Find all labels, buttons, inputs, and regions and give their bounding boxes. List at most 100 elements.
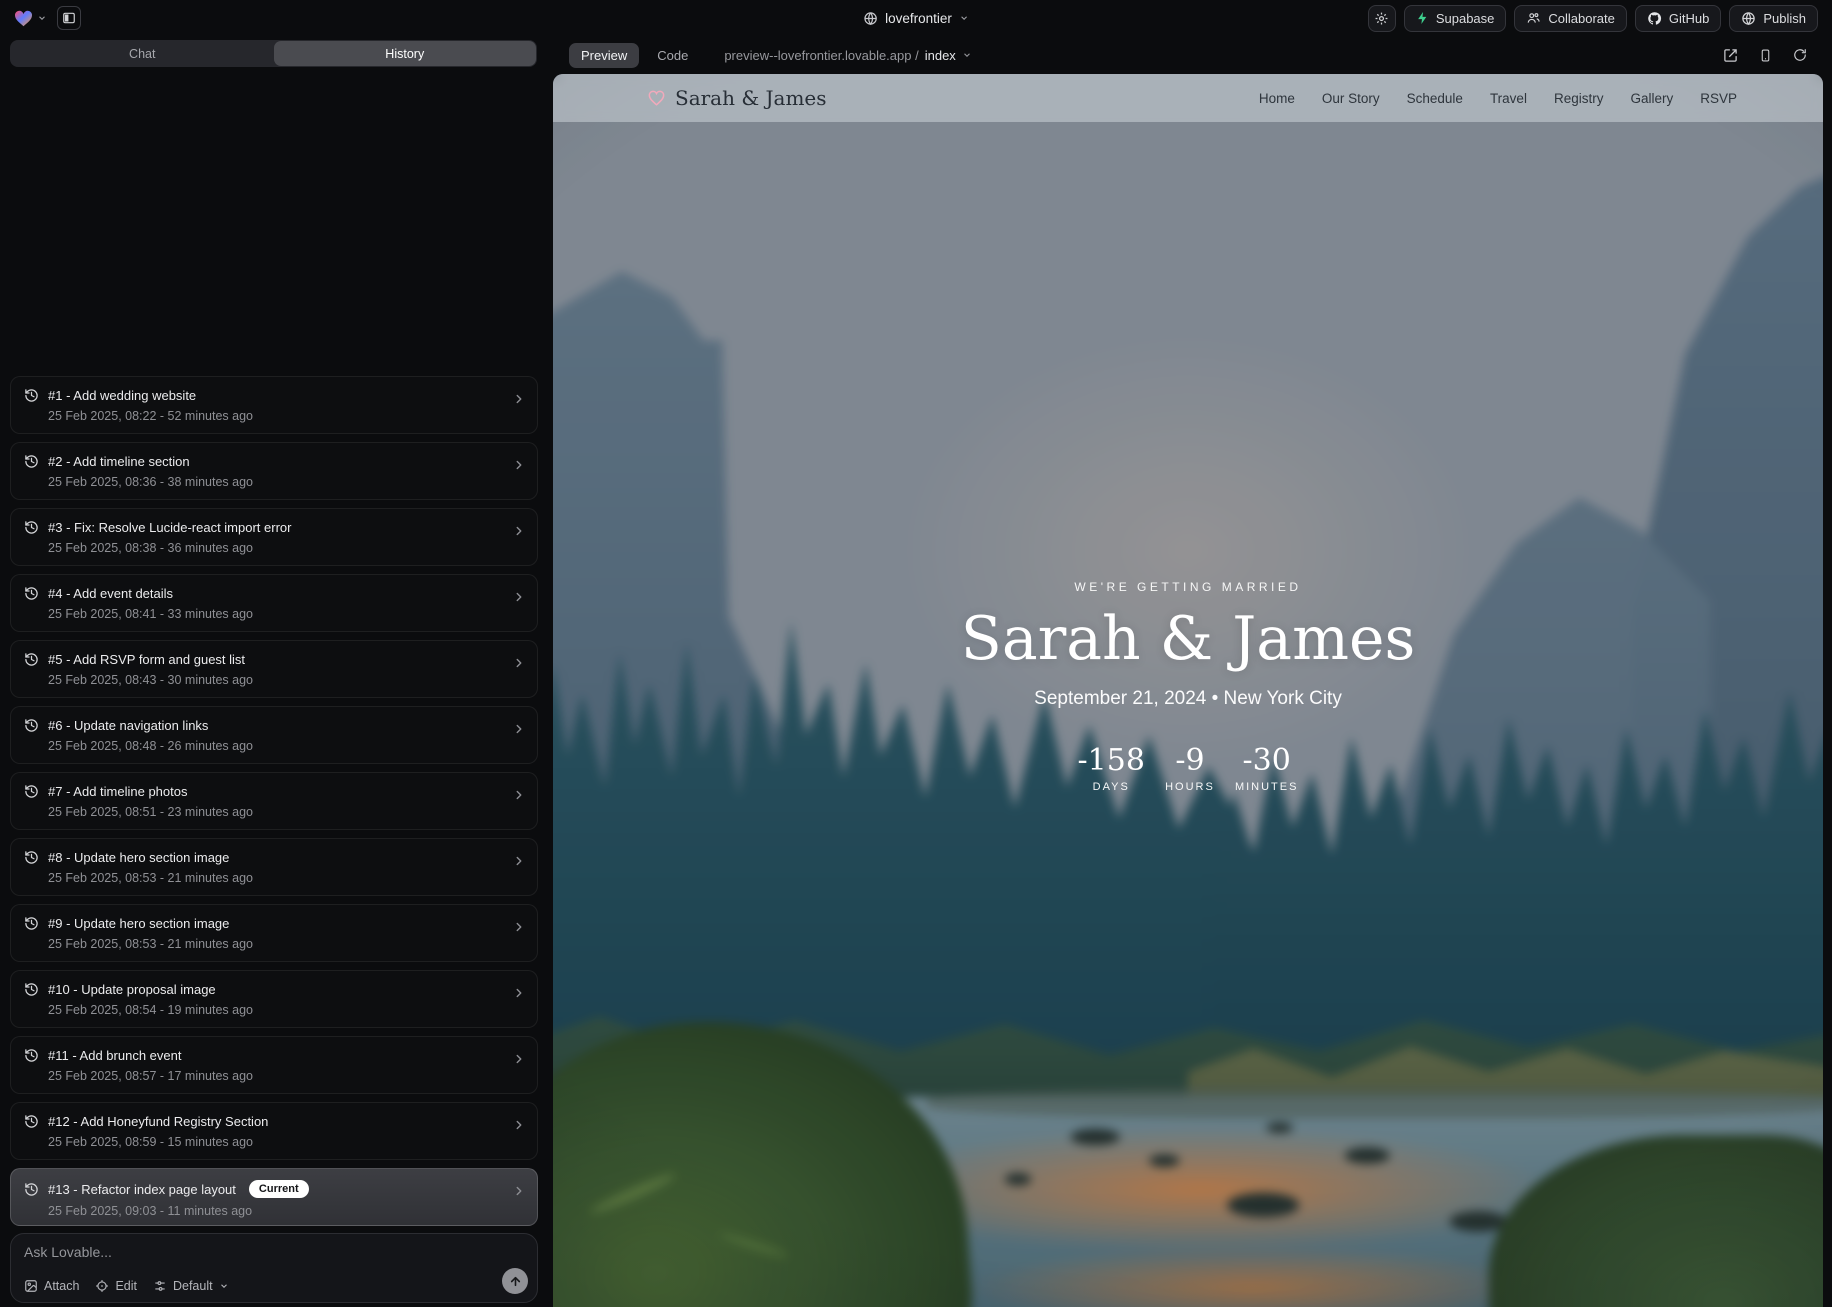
- mobile-phone-icon: [1759, 48, 1772, 63]
- chevron-right-icon[interactable]: [512, 1052, 526, 1066]
- site-nav-link[interactable]: RSVP: [1700, 91, 1737, 106]
- chevron-right-icon[interactable]: [512, 458, 526, 472]
- refresh-button[interactable]: [1793, 48, 1807, 62]
- mode-select-button[interactable]: Default: [153, 1279, 229, 1293]
- lovable-logo-button[interactable]: [14, 10, 47, 27]
- edit-button[interactable]: Edit: [95, 1279, 137, 1293]
- chevron-right-icon[interactable]: [512, 656, 526, 670]
- panel-left-icon: [62, 11, 76, 25]
- sidebar-tab[interactable]: Chat: [11, 41, 274, 66]
- publish-button[interactable]: Publish: [1729, 5, 1818, 32]
- site-nav-link[interactable]: Travel: [1490, 91, 1527, 106]
- code-tab[interactable]: Code: [645, 43, 700, 68]
- attach-button[interactable]: Attach: [24, 1279, 79, 1293]
- history-icon: [24, 652, 39, 667]
- project-selector[interactable]: lovefrontier: [863, 11, 969, 26]
- send-button[interactable]: [502, 1268, 528, 1294]
- preview-url-domain: preview--lovefrontier.lovable.app /: [724, 48, 918, 63]
- refresh-icon: [1793, 48, 1807, 62]
- history-item-title: #2 - Add timeline section: [48, 454, 190, 469]
- history-item-timestamp: 25 Feb 2025, 08:59 - 15 minutes ago: [48, 1135, 503, 1149]
- history-item[interactable]: #8 - Update hero section image 25 Feb 20…: [10, 838, 538, 896]
- countdown-value: -30: [1235, 743, 1299, 778]
- supabase-button[interactable]: Supabase: [1404, 5, 1507, 32]
- history-item[interactable]: #5 - Add RSVP form and guest list 25 Feb…: [10, 640, 538, 698]
- chevron-right-icon[interactable]: [512, 1118, 526, 1132]
- site-nav-link[interactable]: Gallery: [1630, 91, 1673, 106]
- sidebar-tab[interactable]: History: [274, 41, 537, 66]
- countdown: -158 DAYS -9 HOURS -30 MINUTES: [553, 743, 1823, 793]
- history-icon: [24, 454, 39, 469]
- history-item[interactable]: #6 - Update navigation links 25 Feb 2025…: [10, 706, 538, 764]
- history-item[interactable]: #9 - Update hero section image 25 Feb 20…: [10, 904, 538, 962]
- site-nav-link[interactable]: Registry: [1554, 91, 1604, 106]
- chevron-right-icon[interactable]: [512, 392, 526, 406]
- history-icon: [24, 784, 39, 799]
- history-item-title: #10 - Update proposal image: [48, 982, 216, 997]
- edit-target-icon: [95, 1279, 109, 1293]
- chevron-right-icon[interactable]: [512, 854, 526, 868]
- current-badge: Current: [249, 1180, 309, 1198]
- site-header: Sarah & James Home Our Story Schedule Tr…: [553, 74, 1823, 122]
- prompt-composer: Attach Edit Default: [10, 1233, 538, 1303]
- people-icon: [1526, 11, 1541, 25]
- site-brand[interactable]: Sarah & James: [647, 86, 827, 110]
- gear-icon: [1374, 11, 1389, 26]
- history-item-timestamp: 25 Feb 2025, 08:53 - 21 minutes ago: [48, 937, 503, 951]
- chevron-right-icon[interactable]: [512, 788, 526, 802]
- preview-url-selector[interactable]: preview--lovefrontier.lovable.app / inde…: [724, 48, 971, 63]
- prompt-input[interactable]: [24, 1244, 497, 1260]
- history-item-timestamp: 25 Feb 2025, 08:38 - 36 minutes ago: [48, 541, 503, 555]
- hero-subtitle: September 21, 2024 • New York City: [553, 688, 1823, 710]
- history-icon: [24, 850, 39, 865]
- collaborate-button[interactable]: Collaborate: [1514, 5, 1627, 32]
- mobile-view-button[interactable]: [1759, 48, 1772, 63]
- countdown-unit: -9 HOURS: [1159, 743, 1221, 793]
- open-in-new-tab-button[interactable]: [1723, 48, 1738, 63]
- chevron-right-icon[interactable]: [512, 722, 526, 736]
- github-button[interactable]: GitHub: [1635, 5, 1721, 32]
- history-icon: [24, 718, 39, 733]
- chevron-right-icon[interactable]: [512, 1184, 526, 1198]
- history-item[interactable]: #11 - Add brunch event 25 Feb 2025, 08:5…: [10, 1036, 538, 1094]
- history-icon: [24, 1048, 39, 1063]
- chevron-right-icon[interactable]: [512, 986, 526, 1000]
- publish-globe-icon: [1741, 11, 1756, 26]
- chevron-down-icon: [37, 13, 47, 23]
- history-item-title: #7 - Add timeline photos: [48, 784, 187, 799]
- history-item[interactable]: #2 - Add timeline section 25 Feb 2025, 0…: [10, 442, 538, 500]
- history-item[interactable]: #7 - Add timeline photos 25 Feb 2025, 08…: [10, 772, 538, 830]
- history-item[interactable]: #13 - Refactor index page layout Current…: [10, 1168, 538, 1226]
- preview-panel: Preview Code preview--lovefrontier.lovab…: [553, 36, 1823, 1307]
- history-item-title: #5 - Add RSVP form and guest list: [48, 652, 245, 667]
- sidebar-tabs: Chat History: [10, 40, 537, 67]
- settings-button[interactable]: [1368, 5, 1396, 32]
- preview-tab[interactable]: Preview: [569, 43, 639, 68]
- countdown-unit: -158 DAYS: [1078, 743, 1145, 793]
- chevron-right-icon[interactable]: [512, 590, 526, 604]
- chat-sidebar: Chat History #1 - Add wedding website 25…: [0, 36, 547, 1307]
- sliders-icon: [153, 1279, 167, 1293]
- history-icon: [24, 520, 39, 535]
- history-item-timestamp: 25 Feb 2025, 08:57 - 17 minutes ago: [48, 1069, 503, 1083]
- heart-icon: [647, 89, 666, 107]
- site-nav-link[interactable]: Schedule: [1407, 91, 1463, 106]
- history-item-title: #3 - Fix: Resolve Lucide-react import er…: [48, 520, 291, 535]
- history-icon: [24, 388, 39, 403]
- top-bar: lovefrontier Supabase Collaborate: [0, 0, 1832, 36]
- sidebar-toggle-button[interactable]: [57, 6, 81, 30]
- history-item-title: #9 - Update hero section image: [48, 916, 229, 931]
- site-nav-link[interactable]: Home: [1259, 91, 1295, 106]
- site-nav-link[interactable]: Our Story: [1322, 91, 1380, 106]
- github-icon: [1647, 11, 1662, 26]
- history-item[interactable]: #10 - Update proposal image 25 Feb 2025,…: [10, 970, 538, 1028]
- chevron-down-icon: [962, 50, 972, 60]
- history-item[interactable]: #4 - Add event details 25 Feb 2025, 08:4…: [10, 574, 538, 632]
- history-item[interactable]: #3 - Fix: Resolve Lucide-react import er…: [10, 508, 538, 566]
- history-item[interactable]: #1 - Add wedding website 25 Feb 2025, 08…: [10, 376, 538, 434]
- history-item[interactable]: #12 - Add Honeyfund Registry Section 25 …: [10, 1102, 538, 1160]
- chevron-right-icon[interactable]: [512, 524, 526, 538]
- version-history-list: #1 - Add wedding website 25 Feb 2025, 08…: [10, 368, 538, 1226]
- history-icon: [24, 1114, 39, 1129]
- chevron-right-icon[interactable]: [512, 920, 526, 934]
